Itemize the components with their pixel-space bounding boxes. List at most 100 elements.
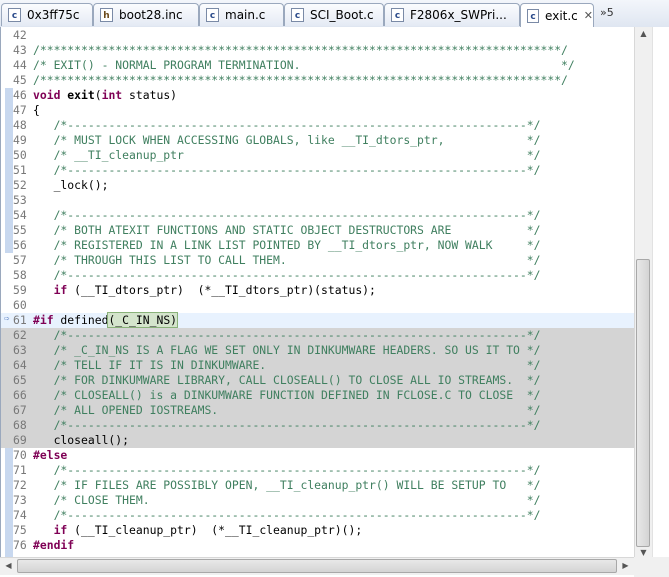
tab-sci-boot-c[interactable]: c SCI_Boot.c <box>284 3 384 26</box>
tab-label: main.c <box>225 8 266 22</box>
line-number: 58 <box>13 268 27 282</box>
line-number: 46 <box>13 88 27 102</box>
line-number: 76 <box>13 538 27 552</box>
code-line[interactable]: 66 /* CLOSEALL() is a DINKUMWARE FUNCTIO… <box>1 388 635 403</box>
code-text: /* ALL OPENED IOSTREAMS. */ <box>53 403 541 417</box>
code-text: /*--------------------------------------… <box>53 268 541 282</box>
code-line[interactable]: 64 /* TELL IF IT IS IN DINKUMWARE. */ <box>1 358 635 373</box>
tab-0x3ff75c[interactable]: c 0x3ff75c <box>1 3 93 26</box>
line-number: 68 <box>13 418 27 432</box>
code-line[interactable]: 57 /* THROUGH THIS LIST TO CALL THEM. */ <box>1 253 635 268</box>
line-number: 44 <box>13 58 27 72</box>
line-number: 71 <box>13 463 27 477</box>
code-line[interactable]: 71 /*-----------------------------------… <box>1 463 635 478</box>
code-line[interactable]: 56 /* REGISTERED IN A LINK LIST POINTED … <box>1 238 635 253</box>
tab-boot28-inc[interactable]: h boot28.inc <box>93 3 199 26</box>
code-text: /*--------------------------------------… <box>53 328 541 342</box>
line-number: 55 <box>13 223 27 237</box>
code-line[interactable]: 48 /*-----------------------------------… <box>1 118 635 133</box>
code-line[interactable]: 73 /* CLOSE THEM. */ <box>1 493 635 508</box>
tab-f2806x-swpri[interactable]: c F2806x_SWPri... <box>384 3 520 26</box>
code-text: /* _C_IN_NS IS A FLAG WE SET ONLY IN DIN… <box>53 343 541 357</box>
c-source-file-icon: c <box>527 8 540 23</box>
code-line[interactable]: 53 <box>1 193 635 208</box>
line-number: 49 <box>13 133 27 147</box>
scroll-left-arrow-icon[interactable]: ◀ <box>0 561 17 570</box>
code-line[interactable]: 51 /*-----------------------------------… <box>1 163 635 178</box>
line-number: 61 <box>13 313 27 327</box>
tab-label: F2806x_SWPri... <box>410 8 507 22</box>
line-number: 67 <box>13 403 27 417</box>
line-number: 52 <box>13 178 27 192</box>
line-number: 53 <box>13 193 27 207</box>
code-text: /* THROUGH THIS LIST TO CALL THEM. */ <box>53 253 541 267</box>
scroll-up-arrow-icon[interactable]: ▲ <box>635 29 652 38</box>
code-text: void exit(int status) <box>33 88 178 102</box>
code-line[interactable]: 49 /* MUST LOCK WHEN ACCESSING GLOBALS, … <box>1 133 635 148</box>
line-number: 47 <box>13 103 27 117</box>
code-text: /*--------------------------------------… <box>53 463 541 477</box>
code-text: /* TELL IF IT IS IN DINKUMWARE. */ <box>53 358 541 372</box>
line-number: 56 <box>13 238 27 252</box>
horizontal-scrollbar[interactable]: ◀ ▶ <box>0 557 634 575</box>
scroll-down-arrow-icon[interactable]: ▼ <box>635 548 652 557</box>
line-number: 42 <box>13 28 27 42</box>
line-number: 43 <box>13 43 27 57</box>
vertical-scroll-thumb[interactable] <box>636 259 650 547</box>
code-line[interactable]: 54 /*-----------------------------------… <box>1 208 635 223</box>
line-number: 63 <box>13 343 27 357</box>
code-line[interactable]: 67 /* ALL OPENED IOSTREAMS. */ <box>1 403 635 418</box>
code-line[interactable]: 65 /* FOR DINKUMWARE LIBRARY, CALL CLOSE… <box>1 373 635 388</box>
code-line[interactable]: 60 <box>1 298 635 313</box>
code-line[interactable]: 46 void exit(int status) <box>1 88 635 103</box>
code-line[interactable]: 43 /*************************************… <box>1 43 635 58</box>
line-number: 57 <box>13 253 27 267</box>
tab-main-c[interactable]: c main.c <box>199 3 284 26</box>
code-line[interactable]: 44 /* EXIT() - NORMAL PROGRAM TERMINATION… <box>1 58 635 73</box>
line-number: 66 <box>13 388 27 402</box>
code-line[interactable]: 62 /*-----------------------------------… <box>1 328 635 343</box>
tab-label: 0x3ff75c <box>27 8 80 22</box>
overview-ruler[interactable] <box>652 27 669 557</box>
close-tab-icon[interactable]: ✕ <box>584 9 593 22</box>
code-line[interactable]: 61 #if defined(_C_IN_NS) ⇨ <box>1 312 635 328</box>
tab-label: boot28.inc <box>119 8 183 22</box>
code-line[interactable]: 59 if (__TI_dtors_ptr) (*__TI_dtors_ptr)… <box>1 283 635 298</box>
code-line[interactable]: 68 /*-----------------------------------… <box>1 418 635 433</box>
code-text: /* CLOSEALL() is a DINKUMWARE FUNCTION D… <box>53 388 541 402</box>
code-text: /***************************************… <box>33 73 568 87</box>
editor-tab-bar: »5 c 0x3ff75c h boot28.inc c main.c c SCI_Boot.… <box>0 0 669 28</box>
code-line[interactable]: 58 /*-----------------------------------… <box>1 268 635 283</box>
code-text: /* FOR DINKUMWARE LIBRARY, CALL CLOSEALL… <box>53 373 541 387</box>
code-text: #else <box>33 448 68 462</box>
code-line[interactable]: 74 /*-----------------------------------… <box>1 508 635 523</box>
code-line[interactable]: 70 #else <box>1 448 635 463</box>
tab-exit-c[interactable]: c exit.c ✕ <box>520 3 594 27</box>
code-line[interactable]: 52 _lock(); <box>1 178 635 193</box>
code-line[interactable]: 75 if (__TI_cleanup_ptr) (*__TI_cleanup_… <box>1 523 635 538</box>
code-text: #endif <box>33 538 75 552</box>
line-number: 54 <box>13 208 27 222</box>
code-line[interactable]: 69 closeall(); <box>1 433 635 448</box>
code-line[interactable]: 50 /* __TI_cleanup_ptr */ <box>1 148 635 163</box>
tab-overflow-button[interactable]: »5 <box>600 6 614 19</box>
scroll-right-arrow-icon[interactable]: ▶ <box>617 561 634 570</box>
c-source-file-icon: c <box>8 8 21 22</box>
vertical-scrollbar[interactable]: ▲ ▼ <box>634 27 652 557</box>
code-line[interactable]: 47 { <box>1 103 635 118</box>
tab-label: SCI_Boot.c <box>310 8 374 22</box>
code-line[interactable]: 72 /* IF FILES ARE POSSIBLY OPEN, __TI_c… <box>1 478 635 493</box>
code-editor[interactable]: 42 43 /***********************************… <box>0 27 635 557</box>
line-number: 74 <box>13 508 27 522</box>
line-number: 51 <box>13 163 27 177</box>
code-line[interactable]: 55 /* BOTH ATEXIT FUNCTIONS AND STATIC O… <box>1 223 635 238</box>
horizontal-scroll-thumb[interactable] <box>17 559 617 573</box>
code-line[interactable]: 45 /*************************************… <box>1 73 635 88</box>
code-line[interactable]: 63 /* _C_IN_NS IS A FLAG WE SET ONLY IN … <box>1 343 635 358</box>
code-text: /*--------------------------------------… <box>53 208 541 222</box>
code-text: /* CLOSE THEM. */ <box>53 493 541 507</box>
code-line[interactable]: 76 #endif <box>1 538 635 553</box>
code-line[interactable]: 42 <box>1 28 635 43</box>
line-number: 62 <box>13 328 27 342</box>
code-text: /*--------------------------------------… <box>53 163 541 177</box>
